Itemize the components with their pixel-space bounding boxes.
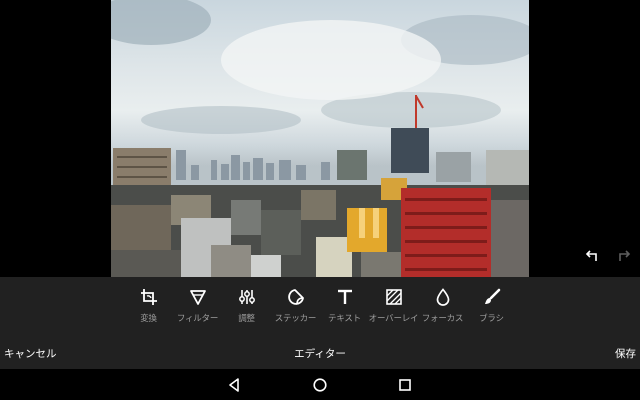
redo-button[interactable] <box>615 248 633 266</box>
overlay-icon <box>385 289 402 305</box>
tool-brush[interactable]: ブラシ <box>467 277 516 336</box>
tool-label: テキスト <box>328 314 361 324</box>
page-title: エディター <box>294 348 346 360</box>
undo-icon <box>585 250 597 261</box>
tool-label: ブラシ <box>479 314 504 324</box>
tool-label: ステッカー <box>274 314 317 324</box>
home-icon[interactable] <box>312 377 328 393</box>
crop-rotate-icon <box>140 289 157 305</box>
editor-canvas <box>0 0 640 277</box>
tool-overlay[interactable]: オーバーレイ <box>368 277 419 336</box>
city-skyline-image <box>111 0 529 277</box>
tool-focus[interactable]: フォーカス <box>418 277 467 336</box>
redo-icon <box>619 250 631 261</box>
tool-filter[interactable]: フィルター <box>173 277 222 336</box>
text-icon <box>337 289 352 304</box>
action-bar: キャンセル エディター 保存 <box>0 336 640 369</box>
tool-label: オーバーレイ <box>368 314 419 324</box>
tool-label: フォーカス <box>421 314 464 324</box>
history-controls <box>583 248 633 266</box>
brush-icon <box>484 288 500 304</box>
filter-icon <box>189 290 206 305</box>
tool-label: 変換 <box>140 314 157 324</box>
tool-transform[interactable]: 変換 <box>124 277 173 336</box>
tool-adjust[interactable]: 調整 <box>222 277 271 336</box>
tool-label: フィルター <box>176 314 219 324</box>
tool-label: 調整 <box>238 314 255 324</box>
tool-sticker[interactable]: ステッカー <box>271 277 320 336</box>
photo-preview[interactable] <box>111 0 529 277</box>
back-icon[interactable] <box>226 377 242 393</box>
tool-text[interactable]: テキスト <box>320 277 369 336</box>
tool-bar: 変換 フィルター 調整 ステッカー テキスト オーバーレイ フォーカス ブラシ <box>0 277 640 336</box>
sticker-icon <box>287 289 304 305</box>
save-button[interactable]: 保存 <box>615 346 636 361</box>
sliders-icon <box>238 290 255 304</box>
recents-icon[interactable] <box>397 377 413 393</box>
system-nav-bar <box>0 369 640 400</box>
drop-icon <box>436 288 449 306</box>
undo-button[interactable] <box>583 248 601 266</box>
